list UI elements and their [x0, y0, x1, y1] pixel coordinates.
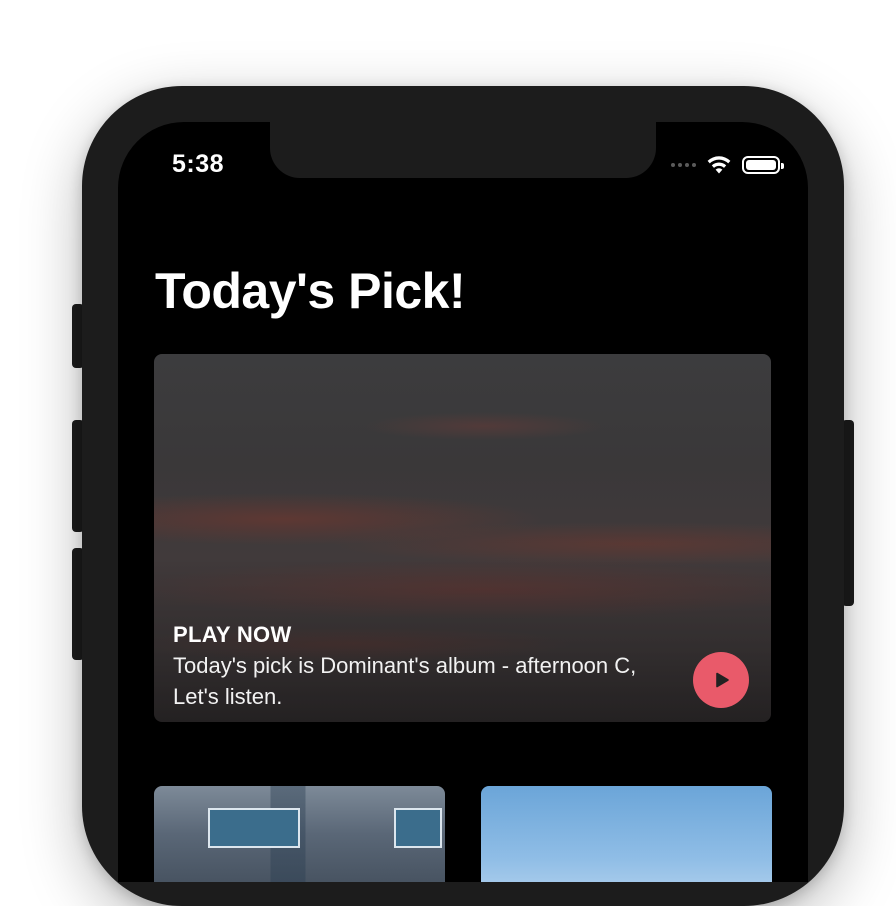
street-sign-image [394, 808, 442, 848]
signal-icon [671, 163, 696, 167]
battery-icon [742, 156, 784, 174]
album-thumbnail[interactable] [154, 786, 445, 882]
status-icons [671, 152, 784, 178]
page-title: Today's Pick! [155, 263, 466, 319]
notch [270, 122, 656, 178]
play-icon [716, 672, 729, 688]
play-button[interactable] [693, 652, 749, 708]
wifi-icon [707, 156, 731, 174]
hero-kicker: PLAY NOW [173, 622, 292, 647]
hero-text: PLAY NOW Today's pick is Dominant's albu… [173, 622, 643, 712]
phone-screen: 5:38 Today's Pick! PLAY NOW Today's pick… [118, 122, 808, 882]
album-thumbnail[interactable] [481, 786, 772, 882]
hero-card[interactable]: PLAY NOW Today's pick is Dominant's albu… [154, 354, 771, 722]
status-time: 5:38 [172, 150, 225, 178]
hero-description: Today's pick is Dominant's album - after… [173, 653, 637, 709]
street-sign-image [208, 808, 300, 848]
